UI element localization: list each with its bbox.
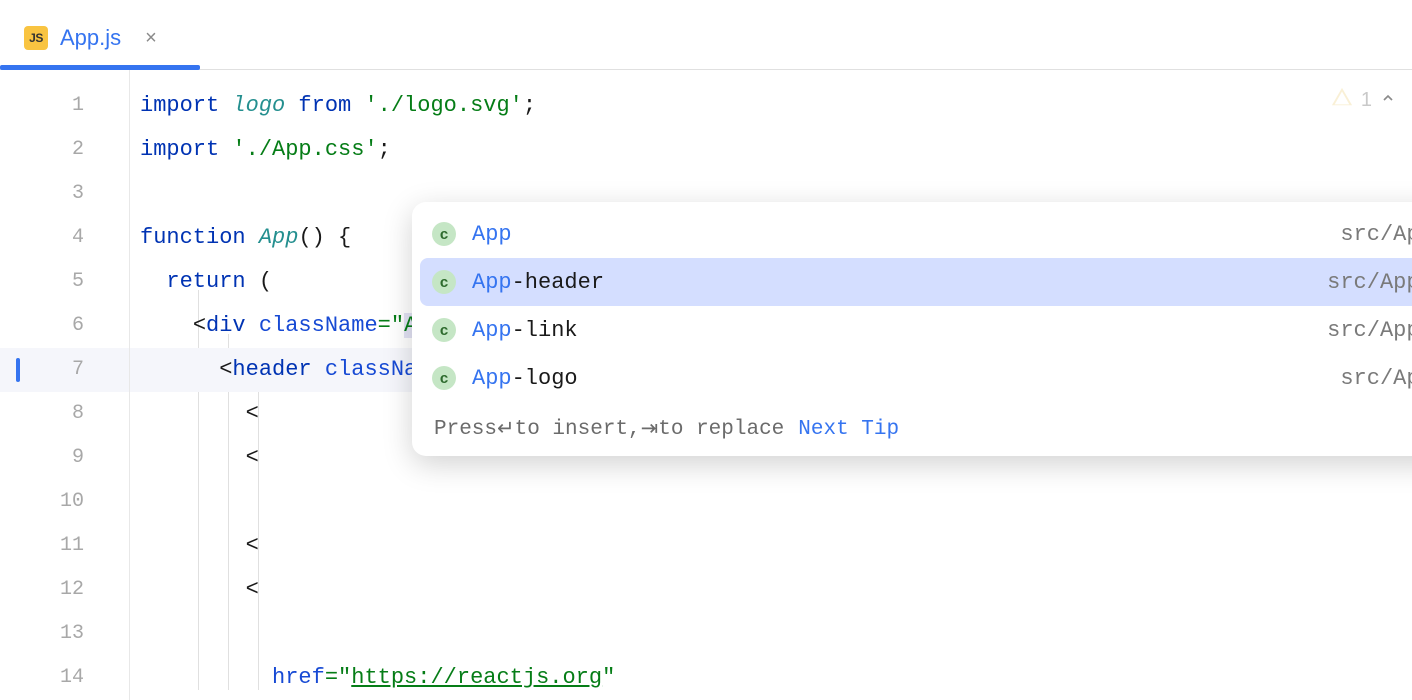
line-number[interactable]: 6 xyxy=(0,304,129,348)
code-line[interactable]: import logo from './logo.svg'; xyxy=(130,84,1412,128)
tab-bar: JS App.js × xyxy=(0,0,1412,70)
tab-key-icon: ⇥ xyxy=(641,416,659,442)
enter-key-icon: ↵ xyxy=(497,416,515,442)
code-line[interactable] xyxy=(130,612,1412,656)
completion-source: src/App.css:16 xyxy=(1327,270,1412,295)
line-number[interactable]: 1 xyxy=(0,84,129,128)
completion-label: App xyxy=(472,222,512,247)
class-icon: c xyxy=(432,318,456,342)
editor-tab[interactable]: JS App.js × xyxy=(0,7,175,69)
completion-footer: Press ↵ to insert, ⇥ to replace Next Tip… xyxy=(412,406,1412,456)
line-number[interactable]: 11 xyxy=(0,524,129,568)
completion-item[interactable]: c App-link src/App.css:27 xyxy=(420,306,1412,354)
completion-item[interactable]: c App-header src/App.css:16 xyxy=(420,258,1412,306)
class-icon: c xyxy=(432,366,456,390)
class-icon: c xyxy=(432,270,456,294)
code-line[interactable]: < xyxy=(130,568,1412,612)
code-content[interactable]: import logo from './logo.svg'; import '.… xyxy=(130,70,1412,700)
footer-text: to replace xyxy=(658,418,784,441)
completion-label: App-link xyxy=(472,318,578,343)
line-number[interactable]: 8 xyxy=(0,392,129,436)
completion-label: App-header xyxy=(472,270,604,295)
tab-filename: App.js xyxy=(60,25,121,51)
footer-text: Press xyxy=(434,418,497,441)
line-number[interactable]: 3 xyxy=(0,172,129,216)
line-number[interactable]: 14 xyxy=(0,656,129,700)
line-number[interactable]: 4 xyxy=(0,216,129,260)
completion-source: src/App.css:1 xyxy=(1340,222,1412,247)
line-number[interactable]: 12 xyxy=(0,568,129,612)
line-number[interactable]: 7 xyxy=(0,348,129,392)
completion-source: src/App.css:27 xyxy=(1327,318,1412,343)
editor-area: 1234567891011121314 import logo from './… xyxy=(0,70,1412,700)
line-number[interactable]: 13 xyxy=(0,612,129,656)
line-number[interactable]: 9 xyxy=(0,436,129,480)
footer-text: to insert, xyxy=(515,418,641,441)
js-file-icon: JS xyxy=(24,26,48,50)
completion-label: App-logo xyxy=(472,366,578,391)
next-tip-link[interactable]: Next Tip xyxy=(798,418,899,441)
completion-list: c App src/App.css:1 c App-header src/App.css:… xyxy=(412,202,1412,406)
completion-source: src/App.css:5 xyxy=(1340,366,1412,391)
line-gutter: 1234567891011121314 xyxy=(0,70,130,700)
code-line[interactable]: import './App.css'; xyxy=(130,128,1412,172)
code-line[interactable]: href="https://reactjs.org" xyxy=(130,656,1412,700)
code-line[interactable] xyxy=(130,480,1412,524)
completion-item[interactable]: c App-logo src/App.css:5 xyxy=(420,354,1412,402)
line-number[interactable]: 5 xyxy=(0,260,129,304)
code-completion-popup: c App src/App.css:1 c App-header src/App.css:… xyxy=(412,202,1412,456)
completion-item[interactable]: c App src/App.css:1 xyxy=(420,210,1412,258)
code-line[interactable]: < xyxy=(130,524,1412,568)
line-number[interactable]: 10 xyxy=(0,480,129,524)
close-icon[interactable]: × xyxy=(145,27,157,50)
class-icon: c xyxy=(432,222,456,246)
line-number[interactable]: 2 xyxy=(0,128,129,172)
